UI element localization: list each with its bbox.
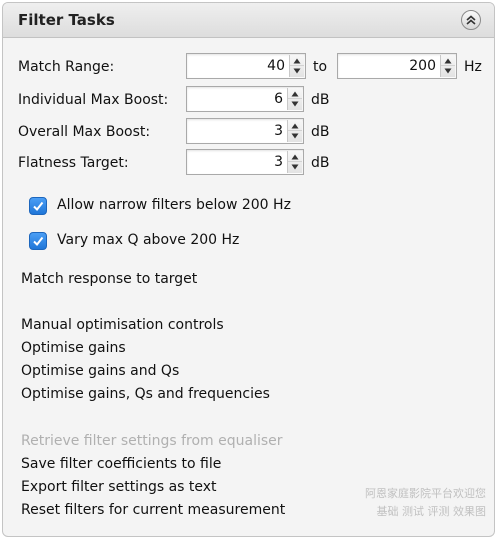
export-filter-settings-action[interactable]: Export filter settings as text (21, 479, 217, 495)
arrow-down-icon (291, 133, 299, 139)
panel-title: Filter Tasks (18, 11, 115, 29)
checkbox-label: Allow narrow filters below 200 Hz (57, 197, 291, 213)
collapse-button[interactable] (461, 10, 481, 30)
overall-max-boost-spinner (186, 118, 304, 144)
checkmark-icon (33, 236, 44, 247)
match-range-from-spinner (186, 53, 306, 79)
arrow-up-icon (293, 58, 301, 64)
arrow-down-icon (444, 68, 452, 74)
checkbox-checked[interactable] (29, 232, 47, 250)
checkmark-icon (33, 201, 44, 212)
individual-max-boost-unit: dB (311, 92, 330, 108)
increment-button[interactable] (288, 120, 302, 131)
match-range-unit: Hz (464, 59, 482, 75)
arrow-down-icon (291, 101, 299, 107)
manual-optimisation-controls-action[interactable]: Manual optimisation controls (21, 317, 224, 333)
flatness-target-stepper (287, 151, 302, 173)
overall-max-boost-stepper (287, 120, 302, 142)
optimise-gains-qs-frequencies-action[interactable]: Optimise gains, Qs and frequencies (21, 386, 270, 402)
arrow-down-icon (291, 164, 299, 170)
decrement-button[interactable] (288, 131, 302, 142)
decrement-button[interactable] (288, 99, 302, 110)
match-range-from-input[interactable] (187, 54, 289, 78)
arrow-up-icon (291, 91, 299, 97)
filter-tasks-panel: Filter Tasks Match Range: to Hz Individu… (2, 2, 495, 537)
increment-button[interactable] (288, 88, 302, 99)
watermark-line-2: 基础 测试 评测 效果图 (376, 505, 487, 518)
individual-max-boost-input[interactable] (187, 87, 287, 111)
individual-max-boost-label: Individual Max Boost: (18, 92, 169, 108)
match-range-to-label: to (313, 59, 328, 75)
overall-max-boost-unit: dB (311, 124, 330, 140)
match-range-to-input[interactable] (338, 54, 440, 78)
decrement-button[interactable] (290, 66, 304, 77)
arrow-up-icon (291, 123, 299, 129)
arrow-up-icon (444, 58, 452, 64)
optimise-gains-action[interactable]: Optimise gains (21, 340, 126, 356)
reset-filters-action[interactable]: Reset filters for current measurement (21, 502, 285, 518)
match-range-from-stepper (289, 55, 304, 77)
decrement-button[interactable] (441, 66, 455, 77)
increment-button[interactable] (290, 55, 304, 66)
match-range-to-stepper (440, 55, 455, 77)
retrieve-filter-settings-action: Retrieve filter settings from equaliser (21, 433, 283, 449)
overall-max-boost-input[interactable] (187, 119, 287, 143)
match-range-to-spinner (337, 53, 457, 79)
match-range-label: Match Range: (18, 59, 115, 75)
save-filter-coefficients-action[interactable]: Save filter coefficients to file (21, 456, 221, 472)
arrow-up-icon (291, 154, 299, 160)
panel-header: Filter Tasks (3, 3, 494, 38)
increment-button[interactable] (441, 55, 455, 66)
increment-button[interactable] (288, 151, 302, 162)
optimise-gains-qs-action[interactable]: Optimise gains and Qs (21, 363, 179, 379)
overall-max-boost-label: Overall Max Boost: (18, 124, 151, 140)
individual-max-boost-spinner (186, 86, 304, 112)
flatness-target-input[interactable] (187, 150, 287, 174)
match-response-action[interactable]: Match response to target (21, 271, 197, 287)
watermark-line-1: 阿恩家庭影院平台欢迎您 (365, 487, 486, 500)
flatness-target-label: Flatness Target: (18, 155, 129, 171)
flatness-target-unit: dB (311, 155, 330, 171)
decrement-button[interactable] (288, 162, 302, 173)
arrow-down-icon (293, 68, 301, 74)
checkbox-checked[interactable] (29, 197, 47, 215)
flatness-target-spinner (186, 149, 304, 175)
checkbox-label: Vary max Q above 200 Hz (57, 232, 240, 248)
individual-max-boost-stepper (287, 88, 302, 110)
double-chevron-up-icon (466, 15, 476, 25)
